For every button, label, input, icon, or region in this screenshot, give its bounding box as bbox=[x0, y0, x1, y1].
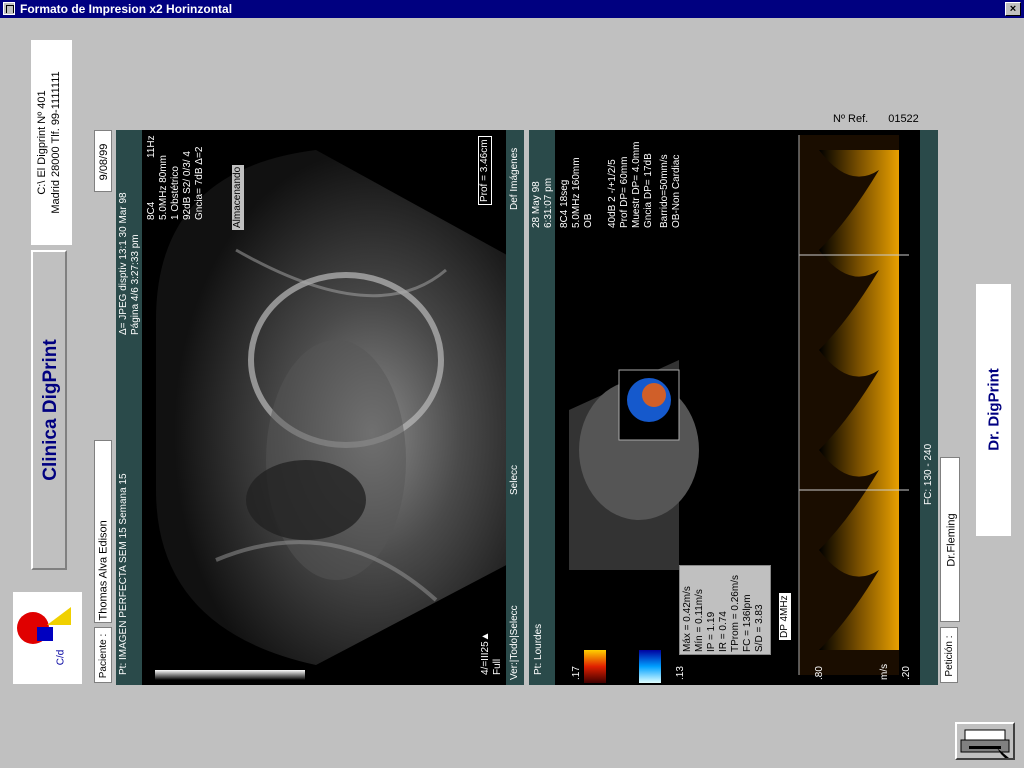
us2-scale-bottom: .13 bbox=[675, 666, 686, 680]
us2-measure-3: IR = 0.74 bbox=[718, 611, 729, 652]
us2-header-right: 28 May 98 bbox=[531, 181, 542, 228]
ultrasound-image-2[interactable]: Pt: Lourdes 28 May 98 6:31:07 pm 8C4 18s… bbox=[529, 130, 938, 685]
clinic-name: Clinica DigPrint bbox=[40, 339, 61, 481]
us2-param-5: Muestr DP= 4.0mm bbox=[631, 141, 642, 228]
date-field[interactable]: 9/08/99 bbox=[94, 130, 112, 192]
doctor-name: Dr. DigPrint bbox=[985, 368, 1003, 451]
reference-label: Nº Ref. bbox=[833, 113, 869, 125]
us1-corner2: Full bbox=[492, 658, 503, 675]
us2-measure-0: Máx = 0.42m/s bbox=[682, 586, 693, 652]
patient-label-box: Paciente : bbox=[94, 627, 112, 683]
us1-param-4: Gncia= 7dB Δ=2 bbox=[194, 146, 205, 220]
us1-param-0: 8C4 bbox=[146, 201, 157, 220]
us2-measure-4: TProm = 0.26m/s bbox=[730, 575, 741, 652]
print-button[interactable] bbox=[955, 722, 1015, 760]
us1-corner: 4/=III25▲ bbox=[480, 631, 491, 675]
patient-name-field[interactable]: Thomas Alva Edison bbox=[94, 440, 112, 623]
clinic-address: C:\ El Digprint Nº 401 Madrid 28000 Tlf.… bbox=[31, 40, 72, 245]
window-title: Formato de Impresion x2 Horinzontal bbox=[20, 2, 233, 16]
us2-param-1: 5.0MHz 160mm bbox=[571, 157, 582, 228]
us2-measure-2: IP = 1.19 bbox=[706, 611, 717, 652]
date-value: 9/08/99 bbox=[98, 143, 110, 181]
us2-param-0: 8C4 18seg bbox=[559, 179, 570, 228]
logo-yellow-shape bbox=[47, 607, 71, 625]
clinic-address-line2: Madrid 28000 Tlf. 99-1111111 bbox=[50, 71, 62, 214]
us1-freq: 11Hz bbox=[146, 135, 157, 158]
us2-measure-5: FC = 136lpm bbox=[742, 594, 753, 652]
title-bar: Formato de Impresion x2 Horinzontal × bbox=[0, 0, 1024, 18]
us2-fc: FC: 130 - 240 bbox=[923, 443, 934, 505]
close-button[interactable]: × bbox=[1005, 2, 1021, 16]
us1-header-right2: Página 4/6 3:27:33 pm bbox=[130, 234, 141, 335]
app-icon bbox=[3, 2, 15, 15]
us1-param-2: 1 Obstétrico bbox=[170, 166, 181, 220]
printer-icon bbox=[960, 729, 1010, 758]
logo-blue-square bbox=[37, 627, 53, 641]
us2-axis-20: .20 bbox=[901, 666, 912, 680]
us1-header-right: Δ= JPEG disptiv 13:1 30 Mar 98 bbox=[118, 192, 129, 335]
us1-footer-select[interactable]: Selecc bbox=[509, 465, 521, 495]
logo-text: C/d bbox=[55, 649, 67, 666]
ultrasound-2-footer bbox=[920, 130, 938, 685]
us1-header-left: Pt: IMAGEN PERFECTA SEM 15 Semana 15 bbox=[118, 473, 129, 675]
request-label: Petición : bbox=[944, 635, 955, 677]
us2-axis-80: .80 bbox=[814, 666, 825, 680]
us2-measure-1: Mín = 0.11m/s bbox=[694, 589, 705, 652]
clinic-address-line1: C:\ El Digprint Nº 401 bbox=[36, 90, 48, 195]
us2-param-7: Barrido=50mm/s bbox=[659, 154, 670, 228]
us2-param-4: Prof DP= 60mm bbox=[619, 156, 630, 228]
us2-dp-label: DP 4MHz bbox=[779, 593, 791, 640]
us2-measure-6: S/D = 3.83 bbox=[754, 604, 765, 652]
us1-param-1: 5.0MHz 80mm bbox=[158, 154, 169, 220]
patient-name: Thomas Alva Edison bbox=[97, 520, 110, 621]
us2-scale-top: .17 bbox=[571, 666, 582, 680]
requesting-doctor: Dr.Fleming bbox=[945, 513, 958, 567]
clinic-name-panel: Clinica DigPrint bbox=[31, 250, 67, 570]
us2-param-2: OB bbox=[583, 213, 594, 228]
us2-param-3: 40dB 2 -/+1/2/5 bbox=[607, 159, 618, 228]
us2-param-6: Gncia DP= 17dB bbox=[643, 153, 654, 228]
us2-param-8: OB-Non Cardiac bbox=[671, 154, 682, 228]
clinic-address-card: C:\ El Digprint Nº 401 Madrid 28000 Tlf.… bbox=[31, 40, 72, 245]
us1-footer-define[interactable]: Def Imágenes bbox=[509, 148, 521, 210]
requesting-doctor-field[interactable]: Dr.Fleming bbox=[940, 457, 960, 622]
us2-header-right2: 6:31:07 pm bbox=[543, 177, 554, 228]
request-label-box: Petición : bbox=[940, 627, 958, 683]
reference-number: Nº Ref. 01522 bbox=[833, 113, 919, 125]
ultrasound-image-1[interactable]: Pt: IMAGEN PERFECTA SEM 15 Semana 15 Δ= … bbox=[116, 130, 524, 685]
doctor-card: Dr. DigPrint bbox=[976, 284, 1011, 536]
us1-prof: Prof = 3.46cm bbox=[478, 136, 492, 205]
us1-footer-view[interactable]: Ver:|Todo|Selecc bbox=[509, 605, 521, 680]
us2-header-left: Pt: Lourdes bbox=[533, 623, 544, 675]
patient-label: Paciente : bbox=[98, 633, 109, 679]
ultrasound-1-footer bbox=[506, 130, 524, 685]
us2-axis-label: m/s bbox=[879, 663, 890, 680]
clinic-logo: C/d bbox=[13, 592, 82, 684]
reference-value: 01522 bbox=[888, 113, 919, 125]
us1-param-3: 92dB S2/ 0/3/ 4 bbox=[182, 151, 193, 220]
us1-status: Almacenando bbox=[232, 164, 244, 230]
